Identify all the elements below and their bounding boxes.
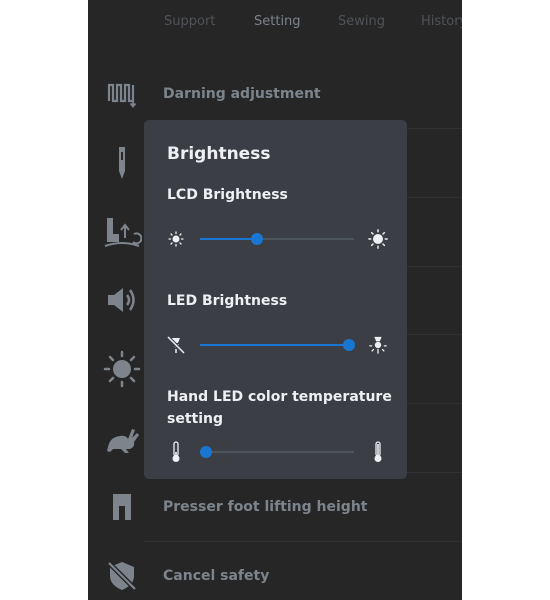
hand-led-color-temperature-label: Hand LED color temperature setting <box>167 389 392 427</box>
sun-large-icon[interactable] <box>368 229 388 249</box>
slider-track[interactable] <box>200 339 356 351</box>
slider-thumb[interactable] <box>250 233 263 245</box>
slider-thumb[interactable] <box>343 339 356 351</box>
tab-support[interactable]: Support <box>164 14 215 29</box>
row-label: Darning adjustment <box>163 86 321 102</box>
slider-track[interactable] <box>200 233 354 245</box>
lcd-brightness-slider[interactable] <box>166 226 388 252</box>
light-off-icon[interactable] <box>166 335 186 355</box>
presser-foot-icon <box>102 490 142 524</box>
tab-setting[interactable]: Setting <box>254 14 301 29</box>
hand-led-color-temperature-slider[interactable] <box>166 439 388 465</box>
led-brightness-label: LED Brightness <box>167 293 288 309</box>
lcd-brightness-label: LCD Brightness <box>167 187 288 203</box>
sun-small-icon[interactable] <box>166 229 186 249</box>
light-on-icon[interactable] <box>368 335 388 355</box>
presser-foot-up-icon <box>102 215 142 249</box>
needle-icon <box>102 146 142 180</box>
brightness-dialog: Brightness LCD Brightness LED Brightness… <box>144 120 407 479</box>
row-cancel-safety[interactable]: Cancel safety <box>88 542 462 600</box>
led-brightness-slider[interactable] <box>166 332 388 358</box>
dialog-title: Brightness <box>167 144 271 164</box>
row-label: Presser foot lifting height <box>163 499 368 515</box>
thermometer-cold-icon[interactable] <box>166 441 186 462</box>
row-darning-adjustment[interactable]: Darning adjustment <box>88 60 462 129</box>
slider-thumb[interactable] <box>200 446 213 458</box>
rabbit-icon <box>102 421 142 455</box>
row-label: Cancel safety <box>163 568 270 584</box>
safety-off-icon <box>102 559 142 593</box>
slider-fill <box>200 344 350 346</box>
tab-history[interactable]: History <box>421 14 462 29</box>
darning-icon <box>102 77 142 111</box>
row-presser-foot-lifting-height[interactable]: Presser foot lifting height <box>88 473 462 542</box>
tab-sewing[interactable]: Sewing <box>338 14 385 29</box>
slider-fill <box>200 238 257 240</box>
speaker-icon <box>102 283 142 317</box>
sun-icon <box>102 350 142 388</box>
thermometer-hot-icon[interactable] <box>368 441 388 462</box>
slider-track[interactable] <box>200 446 354 458</box>
